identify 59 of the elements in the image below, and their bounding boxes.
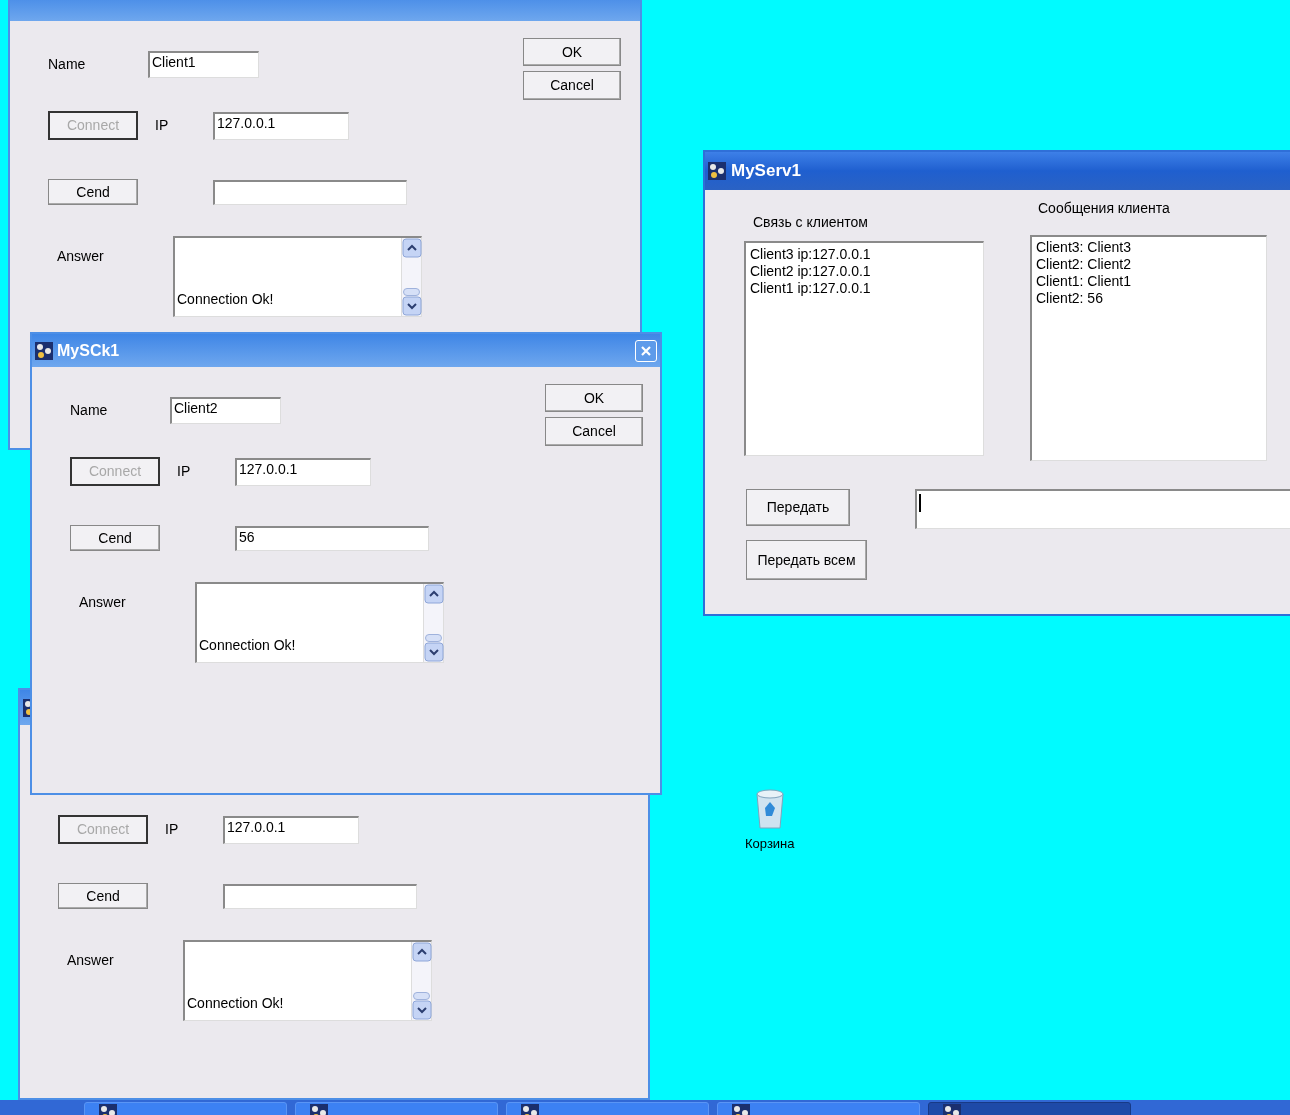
- message-field[interactable]: [213, 179, 407, 205]
- scrollbar[interactable]: [411, 942, 431, 1020]
- app-icon: [35, 341, 53, 360]
- name-label: Name: [48, 55, 87, 74]
- taskbar-button[interactable]: [717, 1102, 920, 1115]
- taskbar-button[interactable]: [84, 1102, 287, 1115]
- name-label: Name: [70, 401, 109, 420]
- button[interactable]: Cend: [48, 179, 138, 205]
- clients-list[interactable]: Client3 ip:127.0.0.1 Client2 ip:127.0.0.1 Client1 ip:127.0.0.1: [744, 241, 984, 456]
- list-item[interactable]: Client1: Client1: [1036, 273, 1262, 290]
- list-item[interactable]: Client1 ip:127.0.0.1: [750, 280, 979, 297]
- text-cursor-icon: [918, 494, 921, 512]
- button[interactable]: OK: [545, 384, 643, 412]
- ip-field[interactable]: 127.0.0.1: [223, 815, 359, 844]
- button[interactable]: OK: [523, 38, 621, 66]
- ip-label: IP: [155, 116, 170, 135]
- ip-field[interactable]: 127.0.0.1: [213, 111, 349, 140]
- answer-box[interactable]: Connection Ok!: [173, 236, 422, 317]
- taskbar-button[interactable]: [506, 1102, 709, 1115]
- answer-label: Answer: [66, 951, 115, 970]
- button[interactable]: Cancel: [523, 71, 621, 100]
- clients-label: Связь с клиентом: [753, 213, 869, 232]
- list-item[interactable]: Client3: Client3: [1036, 239, 1262, 256]
- scrollbar[interactable]: [401, 238, 421, 316]
- window-title: MyServ1: [731, 160, 801, 183]
- app-icon: [708, 162, 726, 180]
- messages-label: Сообщения клиента: [1038, 199, 1171, 218]
- answer-label: Answer: [78, 593, 127, 612]
- taskbar-button[interactable]: [928, 1102, 1131, 1115]
- close-button[interactable]: [635, 339, 657, 362]
- button[interactable]: Передать: [746, 489, 850, 526]
- answer-text: Connection Ok!: [199, 636, 296, 654]
- button[interactable]: Cend: [58, 883, 148, 909]
- answer-text: Connection Ok!: [177, 290, 274, 308]
- list-item[interactable]: Client2: Client2: [1036, 256, 1262, 273]
- answer-label: Answer: [56, 247, 105, 266]
- taskbar-button[interactable]: [295, 1102, 498, 1115]
- answer-box[interactable]: Connection Ok!: [195, 582, 444, 663]
- list-item[interactable]: Client2: 56: [1036, 290, 1262, 307]
- message-field[interactable]: 56: [235, 525, 429, 551]
- name-field[interactable]: Client2: [170, 397, 281, 424]
- window-title: MySCk1: [57, 340, 120, 361]
- list-item[interactable]: Client3 ip:127.0.0.1: [750, 246, 979, 263]
- ip-field[interactable]: 127.0.0.1: [235, 457, 371, 486]
- button[interactable]: Cend: [70, 525, 160, 551]
- messages-list[interactable]: Client3: Client3 Client2: Client2 Client1: Client1 Client2: 56: [1030, 235, 1267, 461]
- name-field[interactable]: Client1: [148, 51, 259, 78]
- button[interactable]: Передать всем: [746, 540, 867, 580]
- message-field[interactable]: [223, 883, 417, 909]
- button[interactable]: Cancel: [545, 417, 643, 446]
- send-field[interactable]: [914, 489, 1290, 529]
- ip-label: IP: [165, 820, 180, 839]
- desktop-icon-label[interactable]: Корзина: [745, 834, 795, 854]
- answer-text: Connection Ok!: [187, 994, 284, 1012]
- list-item[interactable]: Client2 ip:127.0.0.1: [750, 263, 979, 280]
- scrollbar[interactable]: [423, 584, 443, 662]
- answer-box[interactable]: Connection Ok!: [183, 940, 432, 1021]
- ip-label: IP: [177, 462, 192, 481]
- close-icon: [640, 344, 652, 357]
